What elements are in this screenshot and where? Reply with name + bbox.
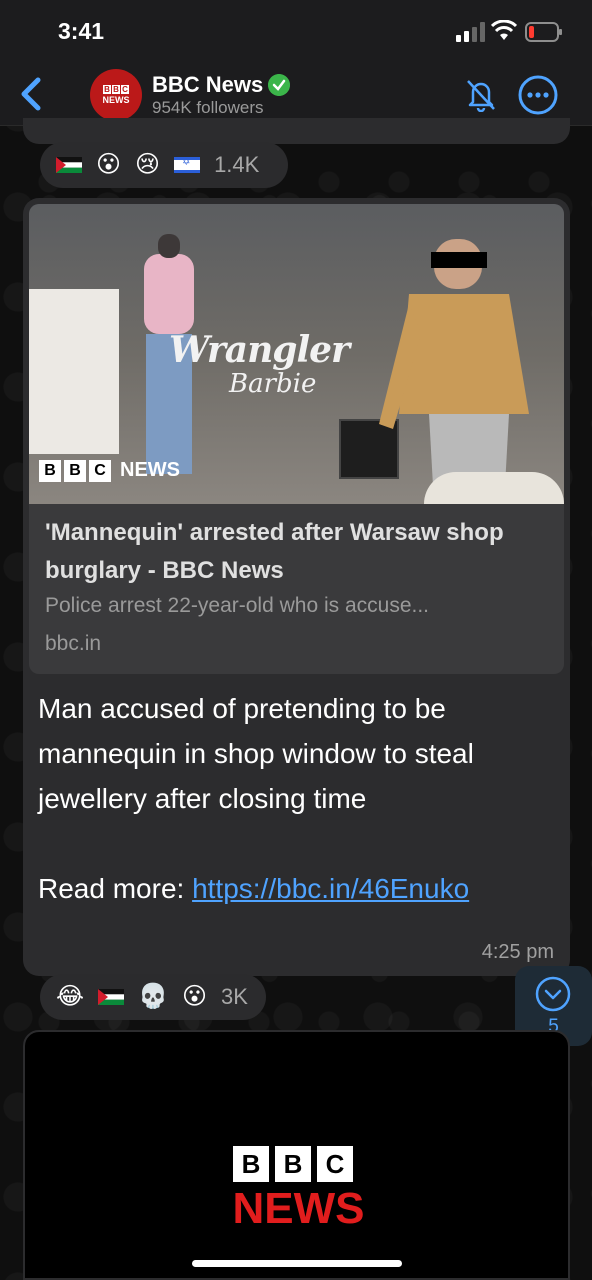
back-chevron-icon[interactable] [16,74,46,114]
bbc-news-label: NEWS [232,1184,365,1233]
more-options-icon[interactable] [517,74,559,116]
link-preview-card[interactable]: Wrangler Barbie B B C NEWS 'Mannequin' a… [29,204,564,674]
read-more-label: Read more: [38,873,193,904]
verified-badge-icon [268,74,291,96]
message-timestamp: 4:25 pm [481,941,554,963]
logo-block: B [39,459,61,482]
link-preview-image[interactable]: Wrangler Barbie B B C NEWS [29,204,564,504]
status-bar: 3:41 [0,0,592,64]
link-preview-title[interactable]: 'Mannequin' arrested after Warsaw shop b… [45,514,550,590]
palestine-flag-reaction[interactable] [56,157,82,173]
follower-count: 954K followers [152,98,264,117]
avatar-logo-block: C [121,85,129,94]
surprised-reaction[interactable]: 😮 [96,153,121,177]
wifi-icon [491,20,517,40]
read-more-line: Read more: https://bbc.in/46Enuko [38,866,558,911]
home-indicator[interactable] [192,1260,402,1267]
cellular-signal-icon [456,22,485,42]
logo-block: B [233,1146,269,1182]
bbc-news-watermark: B B C NEWS [39,459,180,482]
link-preview-domain: bbc.in [45,632,102,655]
logo-block: B [64,459,86,482]
wrangler-sign: Wrangler [169,329,350,371]
palestine-flag-reaction[interactable] [98,989,125,1005]
skull-reaction[interactable]: 💀 [138,985,168,1009]
article-link[interactable]: https://bbc.in/46Enuko [192,873,469,904]
channel-title[interactable]: BBC News [152,72,291,98]
barbie-sign: Barbie [229,369,317,399]
reaction-count: 3K [220,984,248,1009]
message-text: Man accused of pretending to be mannequi… [38,693,474,814]
video-message-thumbnail[interactable]: B B C NEWS [23,1030,570,1280]
avatar-logo-label: NEWS [102,95,130,105]
chat-header: B B C NEWS BBC News 954K followers [0,64,592,126]
laughing-reaction[interactable]: 😂 [56,985,84,1009]
status-time: 3:41 [58,18,105,44]
reaction-count: 1.4K [214,152,260,177]
logo-block: C [89,459,111,482]
avatar-logo-block: B [103,85,111,94]
logo-block: B [275,1146,311,1182]
chevron-down-icon [535,976,571,1012]
israel-flag-reaction[interactable] [174,157,201,173]
bbc-logo-blocks: B B C [233,1146,353,1182]
reactions-bar[interactable]: 😂 💀 😮 3K [40,974,266,1020]
channel-name: BBC News [152,72,264,97]
channel-avatar[interactable]: B B C NEWS [90,69,142,121]
previous-message-tail [23,118,570,144]
reactions-bar[interactable]: 😮 😢 1.4K [40,142,288,188]
message-bubble[interactable]: Wrangler Barbie B B C NEWS 'Mannequin' a… [23,198,570,976]
surprised-reaction[interactable]: 😮 [182,985,207,1009]
crying-reaction[interactable]: 😢 [135,153,160,177]
logo-block: C [317,1146,353,1182]
muted-bell-icon[interactable] [463,76,499,112]
battery-low-icon [525,22,562,42]
link-preview-description: Police arrest 22-year-old who is accuse.… [45,594,429,617]
suspect-figure [379,239,529,504]
poster [29,289,119,454]
round-table [424,472,564,504]
logo-label: NEWS [120,459,180,481]
avatar-logo-block: B [112,85,120,94]
